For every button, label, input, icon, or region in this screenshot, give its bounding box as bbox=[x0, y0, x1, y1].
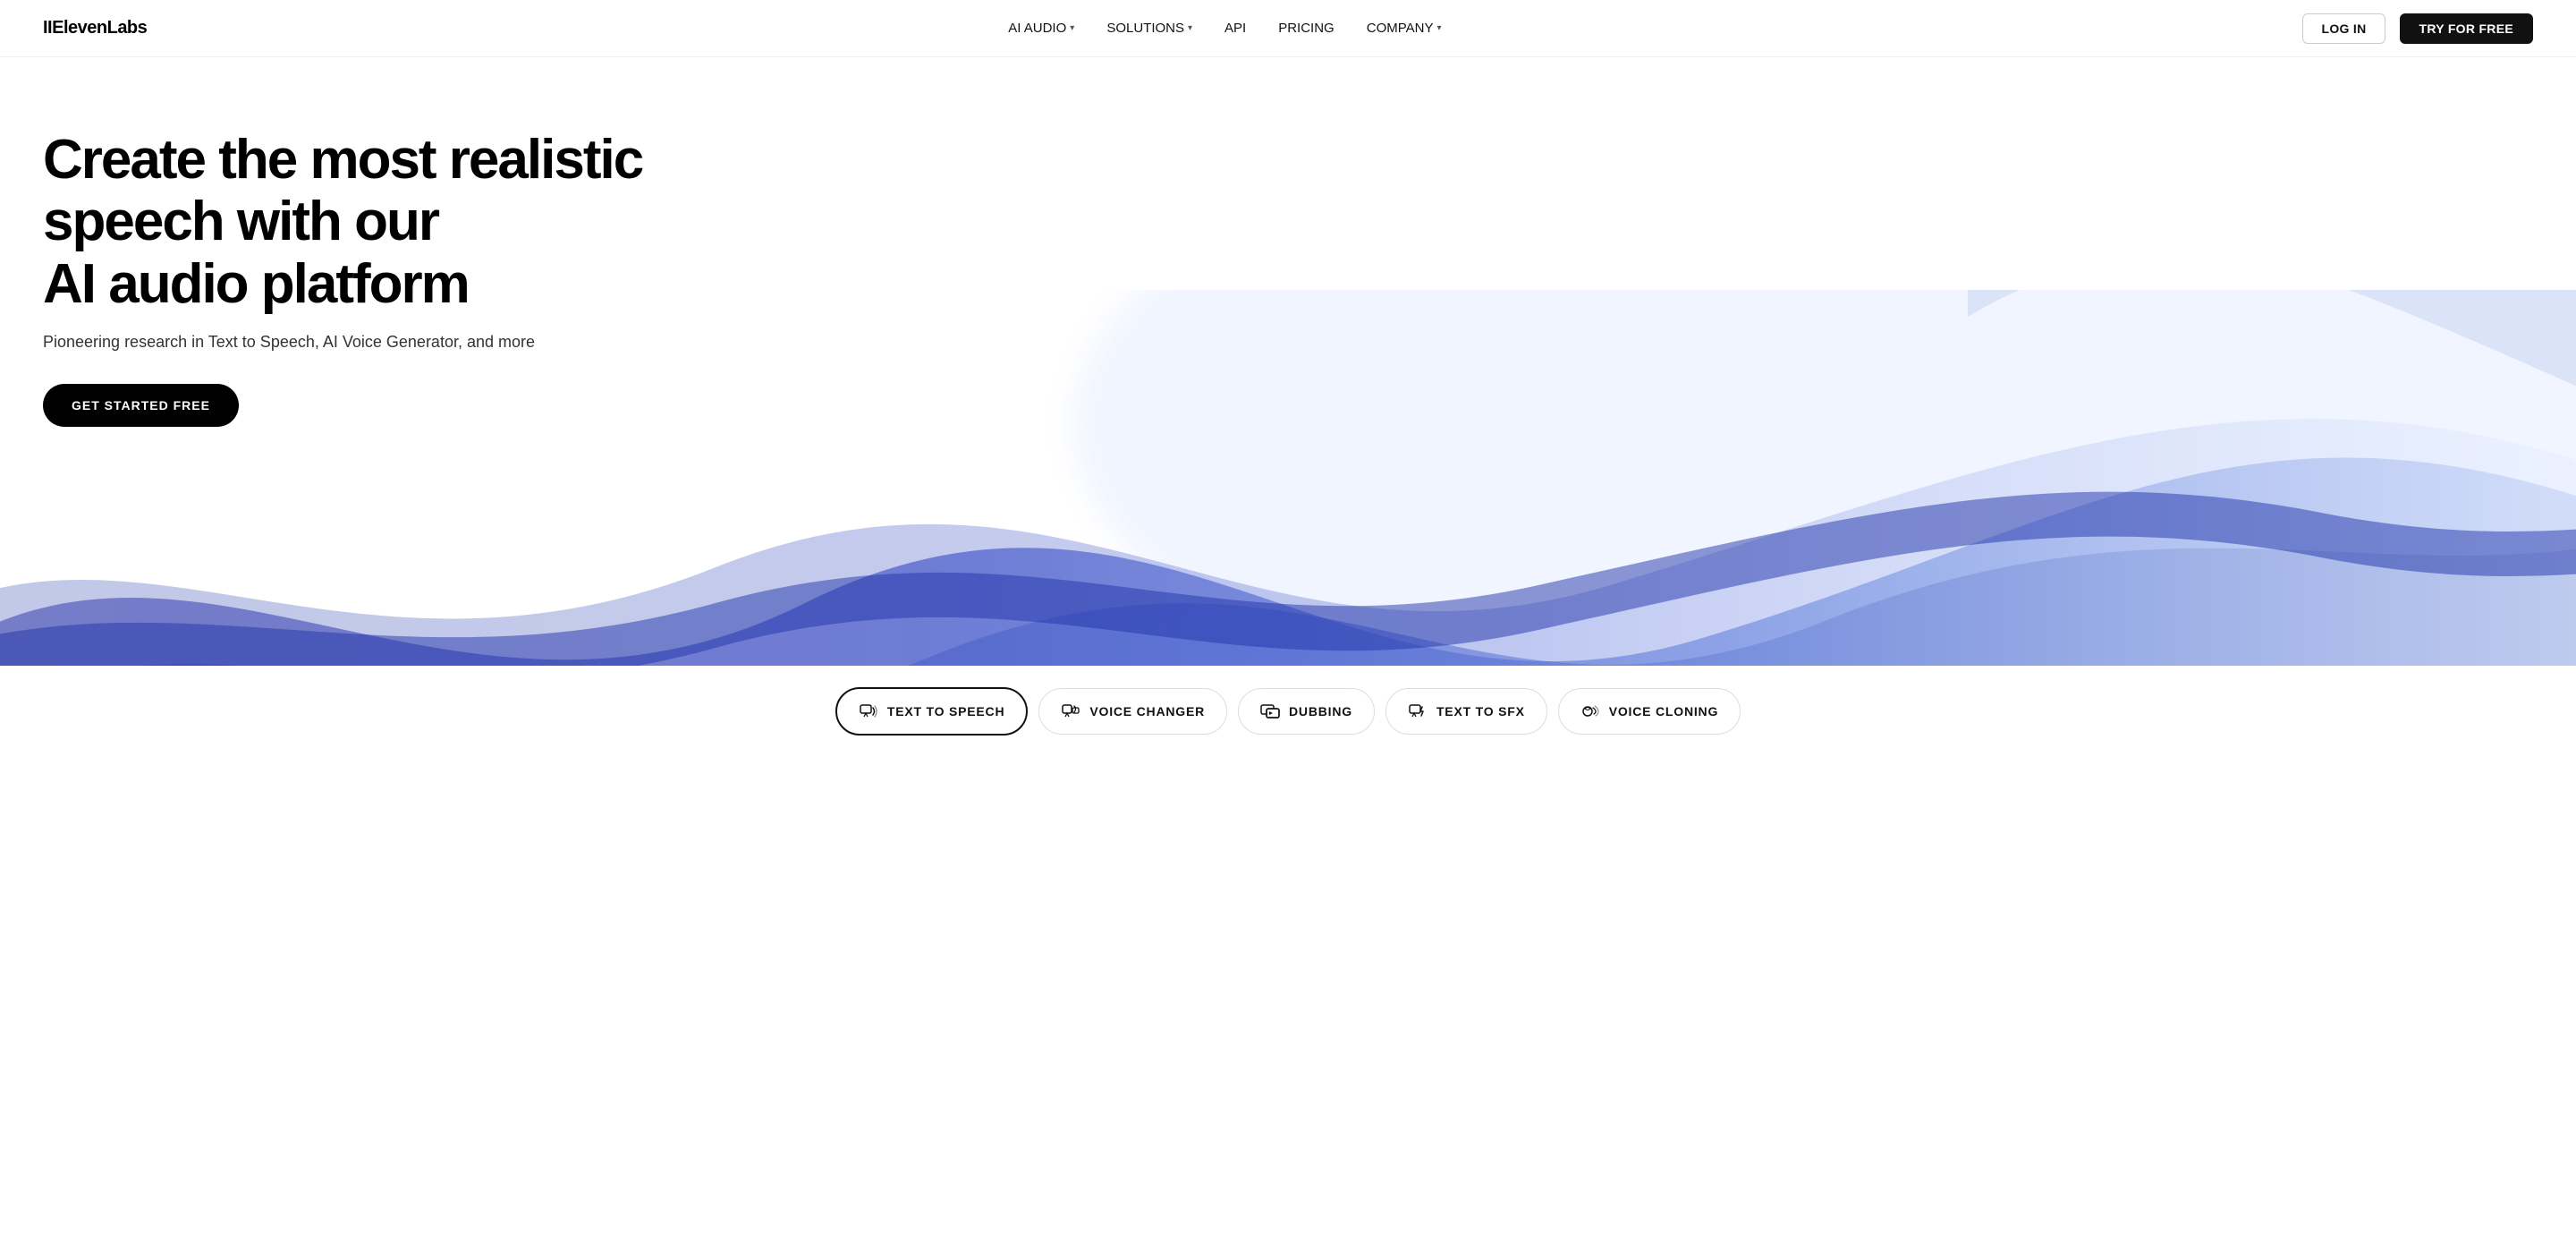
tab-voice-cloning[interactable]: VOICE CLONING bbox=[1558, 688, 1741, 735]
tab-text-to-speech[interactable]: TEXT TO SPEECH bbox=[835, 687, 1029, 736]
voice-changer-icon bbox=[1061, 702, 1080, 721]
hero-section: Create the most realistic speech with ou… bbox=[0, 57, 2576, 666]
tab-dubbing[interactable]: DUBBING bbox=[1238, 688, 1375, 735]
nav-item-api[interactable]: API bbox=[1224, 21, 1246, 36]
hero-subtitle: Pioneering research in Text to Speech, A… bbox=[43, 333, 669, 352]
nav-item-solutions[interactable]: SOLUTIONS ▾ bbox=[1106, 21, 1192, 36]
nav-item-pricing[interactable]: PRICING bbox=[1278, 21, 1335, 36]
dubbing-icon bbox=[1260, 702, 1280, 721]
logo[interactable]: IIElevenLabs bbox=[43, 18, 147, 38]
hero-text: Create the most realistic speech with ou… bbox=[43, 129, 669, 427]
feature-tabs: TEXT TO SPEECH VOICE CHANGER DUBBING bbox=[0, 666, 2576, 750]
tab-voice-changer[interactable]: VOICE CHANGER bbox=[1038, 688, 1227, 735]
nav-item-company[interactable]: COMPANY ▾ bbox=[1367, 21, 1442, 36]
text-to-sfx-icon bbox=[1408, 702, 1428, 721]
text-to-speech-icon bbox=[859, 702, 878, 721]
login-button[interactable]: LOG IN bbox=[2302, 13, 2385, 44]
tab-text-to-sfx[interactable]: TEXT TO SFX bbox=[1385, 688, 1547, 735]
nav-actions: LOG IN TRY FOR FREE bbox=[2302, 13, 2533, 44]
try-for-free-button[interactable]: TRY FOR FREE bbox=[2400, 13, 2534, 44]
nav-links: AI AUDIO ▾ SOLUTIONS ▾ API PRICING COMPA… bbox=[1008, 21, 1441, 36]
chevron-down-icon: ▾ bbox=[1436, 23, 1441, 33]
chevron-down-icon: ▾ bbox=[1070, 23, 1074, 33]
nav-item-ai-audio[interactable]: AI AUDIO ▾ bbox=[1008, 21, 1074, 36]
navbar: IIElevenLabs AI AUDIO ▾ SOLUTIONS ▾ API … bbox=[0, 0, 2576, 57]
chevron-down-icon: ▾ bbox=[1188, 23, 1192, 33]
hero-title: Create the most realistic speech with ou… bbox=[43, 129, 669, 315]
voice-cloning-icon bbox=[1580, 702, 1600, 721]
get-started-button[interactable]: GET STARTED FREE bbox=[43, 384, 239, 427]
